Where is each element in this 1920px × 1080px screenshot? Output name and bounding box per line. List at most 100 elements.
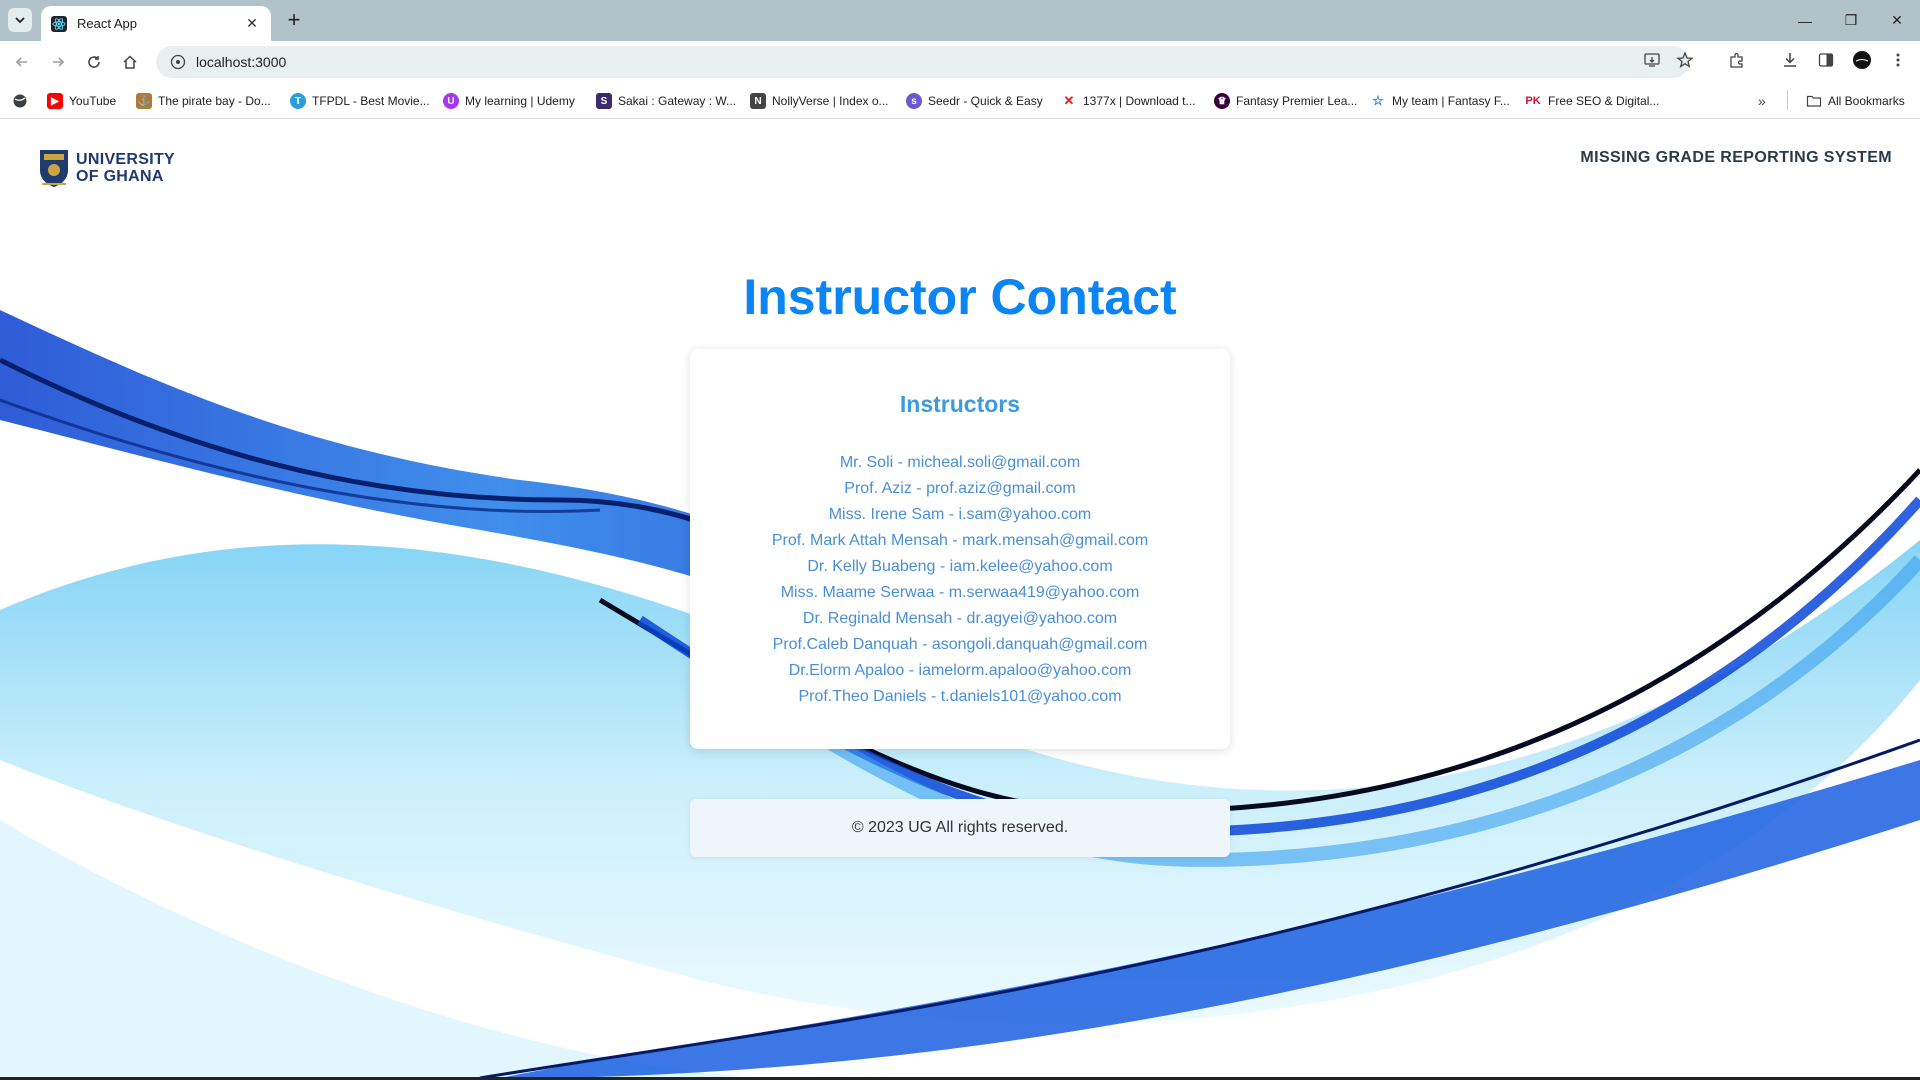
bookmark-udemy[interactable]: U My learning | Udemy xyxy=(443,91,575,111)
home-icon xyxy=(123,55,137,69)
university-logo[interactable]: UNIVERSITY OF GHANA xyxy=(38,148,175,188)
bookmark-tfpdl[interactable]: T TFPDL - Best Movie... xyxy=(290,91,430,111)
copyright-text: © 2023 UG All rights reserved. xyxy=(851,819,1069,836)
instructor-item: Prof.Caleb Danquah - asongoli.danquah@gm… xyxy=(772,636,1148,653)
system-title: MISSING GRADE REPORTING SYSTEM xyxy=(1580,149,1892,166)
bookmark-label: 1377x | Download t... xyxy=(1083,94,1196,108)
bookmark-label: The pirate bay - Do... xyxy=(158,94,271,108)
bookmarks-bar: ▶ YouTube ⚓ The pirate bay - Do... T TFP… xyxy=(0,83,1920,119)
card-title: Instructors xyxy=(899,391,1021,417)
bookmark-label: Fantasy Premier Lea... xyxy=(1236,94,1358,108)
bookmark-my-team[interactable]: ☆ My team | Fantasy F... xyxy=(1370,91,1510,111)
address-bar[interactable]: localhost:3000 xyxy=(156,46,1689,78)
tab-strip: React App ✕ + — ❐ ✕ xyxy=(0,0,1920,41)
home-button[interactable] xyxy=(116,48,144,76)
udemy-icon: U xyxy=(443,93,459,109)
page-title: Instructor Contact xyxy=(743,269,1177,325)
web-page: UNIVERSITY OF GHANA MISSING GRADE REPORT… xyxy=(0,120,1920,1078)
install-app-button[interactable] xyxy=(1640,48,1664,72)
bookmark-label: TFPDL - Best Movie... xyxy=(312,94,430,108)
page-footer: © 2023 UG All rights reserved. xyxy=(690,799,1230,857)
globe-icon xyxy=(13,94,27,108)
bookmark-nollyverse[interactable]: N NollyVerse | Index o... xyxy=(750,91,889,111)
pk-icon: PK xyxy=(1525,95,1541,107)
instructor-item: Dr. Reginald Mensah - dr.agyei@yahoo.com xyxy=(802,610,1118,627)
download-icon xyxy=(1784,53,1796,67)
tab-title: React App xyxy=(77,16,137,31)
bookmark-youtube[interactable]: ▶ YouTube xyxy=(47,91,116,111)
react-icon xyxy=(51,15,67,32)
browser-menu-button[interactable] xyxy=(1886,48,1910,72)
ship-icon: ⚓ xyxy=(136,93,152,109)
side-panel-icon xyxy=(1818,53,1834,67)
reload-button[interactable] xyxy=(80,48,108,76)
tab-search-button[interactable] xyxy=(8,8,32,32)
new-tab-button[interactable]: + xyxy=(282,7,306,32)
premier-league-icon: ♛ xyxy=(1214,93,1230,109)
instructor-item: Miss. Irene Sam - i.sam@yahoo.com xyxy=(828,506,1092,523)
bookmark-sakai[interactable]: S Sakai : Gateway : W... xyxy=(596,91,736,111)
forward-button[interactable] xyxy=(44,48,72,76)
tab-close-icon[interactable]: ✕ xyxy=(243,15,261,32)
profile-button[interactable] xyxy=(1850,48,1874,72)
bookmark-label: Free SEO & Digital... xyxy=(1548,94,1660,108)
star-runner-icon: ☆ xyxy=(1372,93,1384,108)
reload-icon xyxy=(88,56,100,68)
downloads-button[interactable] xyxy=(1778,48,1802,72)
instructor-item: Prof. Mark Attah Mensah - mark.mensah@gm… xyxy=(771,532,1149,549)
close-window-button[interactable]: ✕ xyxy=(1874,0,1920,41)
puzzle-icon xyxy=(1730,52,1743,68)
x-icon: ✕ xyxy=(1063,93,1075,108)
bookmark-pirate-bay[interactable]: ⚓ The pirate bay - Do... xyxy=(136,91,271,111)
restore-button[interactable]: ❐ xyxy=(1828,0,1874,41)
bookmark-label: Seedr - Quick & Easy xyxy=(928,94,1043,108)
minimize-button[interactable]: — xyxy=(1782,0,1828,41)
crest-icon xyxy=(40,150,68,187)
site-info-icon[interactable] xyxy=(170,54,186,70)
nollyverse-icon: N xyxy=(750,93,766,109)
browser-toolbar: localhost:3000 xyxy=(0,41,1920,83)
bookmark-label: YouTube xyxy=(69,94,117,108)
install-icon xyxy=(1644,53,1660,67)
back-button[interactable] xyxy=(8,48,36,76)
tfpdl-icon: T xyxy=(290,93,306,109)
bookmark-label: NollyVerse | Index o... xyxy=(772,94,889,108)
sakai-icon: S xyxy=(596,93,612,109)
chrome-apps-icon[interactable] xyxy=(12,91,28,111)
bookmark-label: My team | Fantasy F... xyxy=(1392,94,1510,108)
bookmark-star-button[interactable] xyxy=(1673,48,1697,72)
logo-line-1: UNIVERSITY xyxy=(76,151,176,168)
more-vert-icon xyxy=(1896,53,1900,67)
more-bookmarks-icon[interactable]: » xyxy=(1758,91,1766,111)
bookmark-seedr[interactable]: s Seedr - Quick & Easy xyxy=(906,91,1043,111)
instructor-list: Mr. Soli - micheal.soli@gmail.com Prof. … xyxy=(690,450,1230,710)
instructor-item: Prof. Aziz - prof.aziz@gmail.com xyxy=(844,480,1076,497)
star-icon xyxy=(1676,51,1694,68)
all-bookmarks-label: All Bookmarks xyxy=(1828,94,1905,108)
avatar-icon xyxy=(1853,51,1871,69)
side-panel-button[interactable] xyxy=(1814,48,1838,72)
university-name: UNIVERSITY OF GHANA xyxy=(76,151,175,185)
bookmark-fantasy-premier[interactable]: ♛ Fantasy Premier Lea... xyxy=(1214,91,1357,111)
bookmarks-divider xyxy=(1787,90,1788,110)
chevron-down-icon xyxy=(15,17,25,24)
bookmark-label: Sakai : Gateway : W... xyxy=(618,94,737,108)
active-tab[interactable]: React App ✕ xyxy=(41,6,271,41)
url-text[interactable]: localhost:3000 xyxy=(196,54,286,70)
instructor-item: Mr. Soli - micheal.soli@gmail.com xyxy=(839,454,1081,471)
arrow-left-icon xyxy=(15,57,27,67)
bookmark-label: My learning | Udemy xyxy=(465,94,575,108)
arrow-right-icon xyxy=(53,57,65,67)
logo-line-2: OF GHANA xyxy=(76,168,164,185)
instructor-item: Dr. Kelly Buabeng - iam.kelee@yahoo.com xyxy=(807,558,1113,575)
extensions-button[interactable] xyxy=(1725,48,1749,72)
instructor-item: Miss. Maame Serwaa - m.serwaa419@yahoo.c… xyxy=(780,584,1140,601)
instructor-item: Dr.Elorm Apaloo - iamelorm.apaloo@yahoo.… xyxy=(788,662,1132,679)
bookmark-free-seo[interactable]: PK Free SEO & Digital... xyxy=(1524,91,1659,111)
youtube-icon: ▶ xyxy=(47,93,63,109)
instructor-item: Prof.Theo Daniels - t.daniels101@yahoo.c… xyxy=(798,688,1122,705)
bookmark-1377x[interactable]: ✕ 1377x | Download t... xyxy=(1061,91,1196,111)
folder-icon xyxy=(1806,95,1822,107)
all-bookmarks-button[interactable]: All Bookmarks xyxy=(1806,91,1905,111)
instructors-card: Instructors Mr. Soli - micheal.soli@gmai… xyxy=(690,349,1230,749)
